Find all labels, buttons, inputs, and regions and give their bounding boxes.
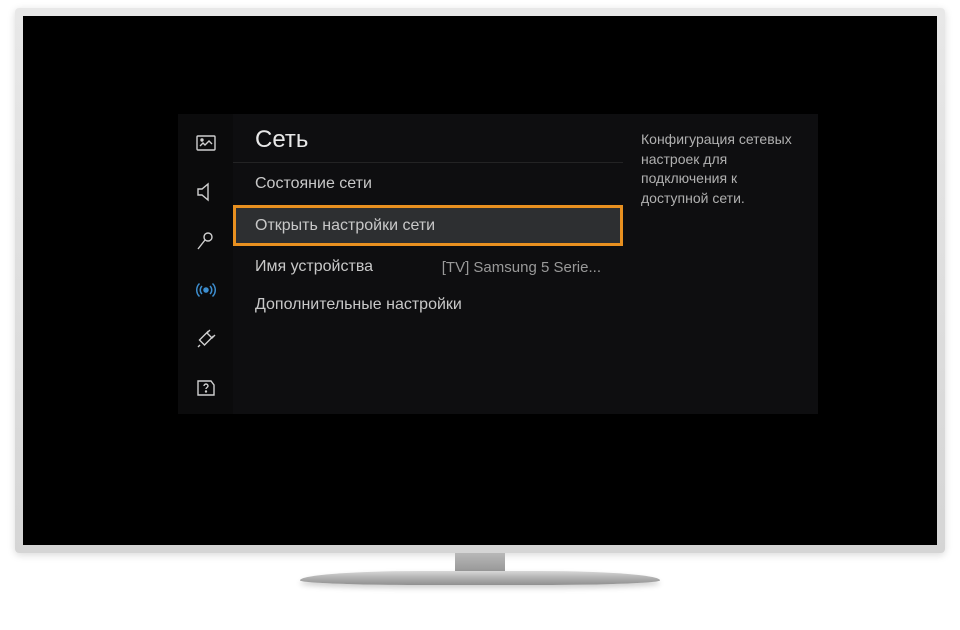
menu-description: Конфигурация сетевых настроек для подклю… [623,114,818,414]
menu-item-value: [TV] Samsung 5 Serie... [442,259,601,276]
broadcast-icon[interactable] [191,226,221,255]
network-icon[interactable] [191,275,221,304]
support-icon[interactable] [191,373,221,402]
menu-item-device-name[interactable]: Имя устройства [TV] Samsung 5 Serie... [233,248,623,286]
tv-screen: Сеть Состояние сети Открыть настройки се… [23,16,937,545]
menu-item-open-network-settings[interactable]: Открыть настройки сети [233,205,623,246]
menu-items: Состояние сети Открыть настройки сети Им… [233,163,623,324]
tv-stand-base [300,571,660,585]
category-rail [178,114,233,414]
menu-item-label: Открыть настройки сети [255,217,435,235]
tv-bezel: Сеть Состояние сети Открыть настройки се… [15,8,945,553]
menu-item-network-status[interactable]: Состояние сети [233,165,623,203]
menu-item-label: Имя устройства [255,258,373,276]
picture-icon[interactable] [191,128,221,157]
tv-frame: Сеть Состояние сети Открыть настройки се… [15,8,945,588]
menu-panel: Сеть Состояние сети Открыть настройки се… [233,114,623,414]
settings-menu: Сеть Состояние сети Открыть настройки се… [178,114,818,414]
tv-stand [300,553,660,588]
menu-item-label: Дополнительные настройки [255,296,462,314]
menu-item-advanced-settings[interactable]: Дополнительные настройки [233,286,623,324]
system-icon[interactable] [191,324,221,353]
menu-title: Сеть [233,126,623,163]
tv-stand-neck [455,553,505,571]
menu-item-label: Состояние сети [255,175,372,193]
sound-icon[interactable] [191,177,221,206]
